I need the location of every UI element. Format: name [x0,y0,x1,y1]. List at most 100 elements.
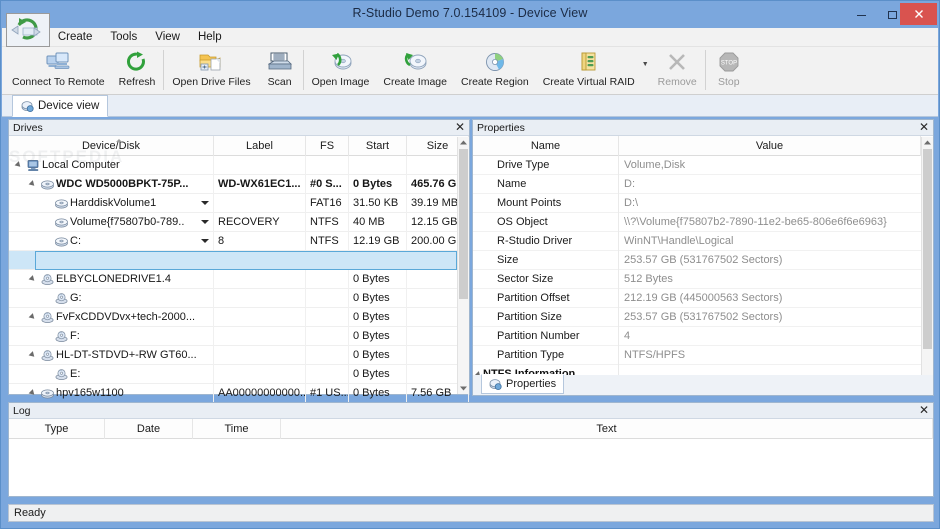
drives-tree-cell: 0 Bytes [349,345,407,365]
scroll-up-icon[interactable] [922,137,933,148]
connect-to-remote-button[interactable]: Connect To Remote [5,47,112,93]
menu-tools[interactable]: Tools [101,28,146,46]
column-header-cell[interactable]: Date [105,418,193,439]
drives-tree-row[interactable]: HL-DT-STDVD+-RW GT60... 0 Bytes [9,345,469,365]
properties-panel: Properties ✕ Name Value Drive Type Volume,… [472,119,934,395]
tab-device-view[interactable]: Device view [12,95,109,117]
drives-tree-row[interactable]: WDC WD5000BPKT-75P... WD-WX61EC1... #0 S..… [9,174,469,194]
properties-row[interactable]: Drive Type Volume,Disk [473,155,933,175]
chevron-down-icon[interactable] [201,238,209,243]
expand-triangle-icon[interactable] [27,384,38,403]
column-header-cell[interactable]: Device/Disk [9,135,214,156]
remove-button[interactable]: Remove [651,47,704,93]
column-header-cell[interactable]: Value [619,135,921,156]
drives-tree-cell: FAT16 [306,193,349,213]
column-header-cell[interactable]: Start [349,135,407,156]
column-header-cell[interactable]: Label [214,135,306,156]
drives-tree-name-cell[interactable]: G: [9,288,214,308]
drives-tree-row[interactable]: C: 8 NTFS 12.19 GB 200.00 GB [9,231,469,251]
drives-tree-name-cell[interactable]: HL-DT-STDVD+-RW GT60... [9,345,214,365]
drive-row-icon-wrap [38,175,56,194]
property-name: Size [473,250,619,270]
drives-tree-row-label: ELBYCLONEDRIVE1.4 [56,273,171,285]
column-header-cell[interactable]: Name [473,135,619,156]
drives-tree-row[interactable]: Local Computer [9,155,469,175]
expand-triangle-icon[interactable] [27,270,38,289]
menu-help[interactable]: Help [189,28,231,46]
open-drive-files-button[interactable]: Open Drive Files [165,47,257,93]
drives-tree-name-cell[interactable]: FvFxCDDVDvx+tech-2000... [9,307,214,327]
drives-tree-name-cell[interactable]: Local Computer [9,155,214,175]
chevron-down-icon[interactable] [201,257,209,262]
menu-view[interactable]: View [146,28,189,46]
properties-row[interactable]: Size 253.57 GB (531767502 Sectors) [473,250,933,270]
column-header-cell[interactable]: Text [281,418,933,439]
drives-tree-name-cell[interactable]: HarddiskVolume1 [9,193,214,213]
drives-tree-row[interactable]: hpv165w1100 AA00000000000... #1 US... 0 Byt… [9,383,469,403]
menu-create[interactable]: Create [49,28,102,46]
create-virtual-raid-button[interactable]: Create Virtual RAID [536,47,642,93]
properties-row[interactable]: Partition Number 4 [473,326,933,346]
close-button[interactable] [900,3,937,25]
expand-triangle-icon[interactable] [27,346,38,365]
drives-tree-name-cell[interactable]: D: [9,250,214,270]
expand-triangle-icon[interactable] [27,308,38,327]
chevron-down-icon[interactable] [201,219,209,224]
properties-row[interactable]: Name D: [473,174,933,194]
properties-row[interactable]: OS Object \\?\Volume{f75807b2-7890-11e2-b… [473,212,933,232]
tab-properties[interactable]: Properties [481,374,565,394]
drives-tree-row[interactable]: D: Softpedia NTFS 212.19 GB 253.57 GB [9,250,469,270]
toolbar-overflow-chevron-down-icon[interactable]: ▼ [642,61,649,68]
toolbar-label: Stop [717,76,740,88]
column-header-cell[interactable]: Type [9,418,105,439]
open-image-button[interactable]: Open Image [305,47,377,93]
status-text: Ready [14,507,46,519]
column-header-cell[interactable]: Time [193,418,281,439]
drives-vertical-scrollbar[interactable] [457,137,469,394]
minimize-button[interactable] [846,1,877,28]
drives-panel-close-icon[interactable]: ✕ [455,121,465,134]
refresh-button[interactable]: Refresh [112,47,163,93]
properties-row[interactable]: Partition Size 253.57 GB (531767502 Secto… [473,307,933,327]
expand-triangle-icon[interactable] [27,175,38,194]
drives-panel-title: Drives [13,121,43,134]
properties-row[interactable]: Sector Size 512 Bytes [473,269,933,289]
drives-tree-name-cell[interactable]: ELBYCLONEDRIVE1.4 [9,269,214,289]
properties-vertical-scrollbar[interactable] [921,137,933,394]
drives-tree-row[interactable]: Volume{f75807b0-789.. RECOVERY NTFS 40 MB 12… [9,212,469,232]
properties-row[interactable]: R-Studio Driver WinNT\Handle\Logical [473,231,933,251]
create-region-button[interactable]: Create Region [454,47,536,93]
drives-tree-row-label: G: [70,292,82,304]
drives-tree-name-cell[interactable]: hpv165w1100 [9,383,214,403]
stop-button[interactable]: STOP Stop [707,47,751,93]
app-window: R-Studio Demo 7.0.154109 - Device View D… [0,0,940,529]
drives-tree-row[interactable]: G: 0 Bytes [9,288,469,308]
drives-tree-row[interactable]: F: 0 Bytes [9,326,469,346]
drives-tree-row-label: D: [70,254,81,266]
drives-tree-name-cell[interactable]: C: [9,231,214,251]
chevron-down-icon[interactable] [201,200,209,205]
drives-tree-name-cell[interactable]: E: [9,364,214,384]
drives-tree-name-cell[interactable]: F: [9,326,214,346]
drives-tree-row[interactable]: FvFxCDDVDvx+tech-2000... 0 Bytes [9,307,469,327]
create-image-button[interactable]: Create Image [376,47,454,93]
drives-tree-row[interactable]: E: 0 Bytes [9,364,469,384]
properties-row[interactable]: Partition Type NTFS/HPFS [473,345,933,365]
properties-row[interactable]: Mount Points D:\ [473,193,933,213]
log-panel-close-icon[interactable]: ✕ [919,404,929,417]
drives-tree-name-cell[interactable]: WDC WD5000BPKT-75P... [9,174,214,194]
expand-triangle-icon[interactable] [13,156,24,175]
drives-tree-name-cell[interactable]: Volume{f75807b0-789.. [9,212,214,232]
properties-scroll-thumb[interactable] [923,149,932,349]
drives-scroll-thumb[interactable] [459,149,468,299]
scroll-down-icon[interactable] [458,383,469,394]
scroll-up-icon[interactable] [458,137,469,148]
drives-tree-row[interactable]: HarddiskVolume1 FAT16 31.50 KB 39.19 MB [9,193,469,213]
drive-row-icon-wrap [52,232,70,251]
column-header-cell[interactable]: FS [306,135,349,156]
properties-row[interactable]: Partition Offset 212.19 GB (445000563 Sec… [473,288,933,308]
scan-button[interactable]: Scan [258,47,302,93]
log-panel-title: Log [13,404,31,417]
drives-tree-row[interactable]: ELBYCLONEDRIVE1.4 0 Bytes [9,269,469,289]
properties-panel-close-icon[interactable]: ✕ [919,121,929,134]
